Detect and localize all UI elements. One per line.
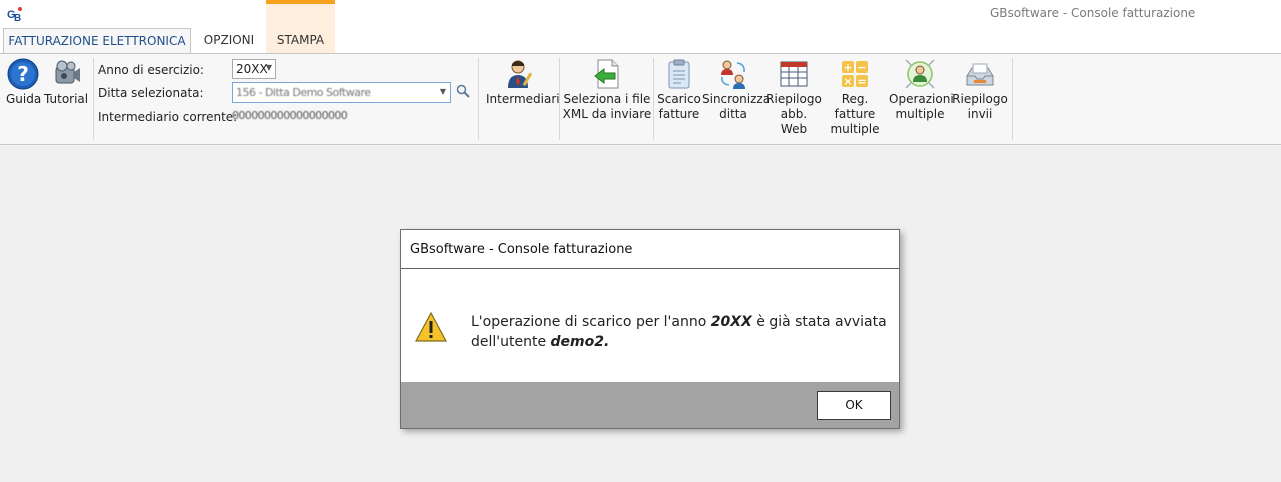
ribbon: ? Guida Tutorial Anno di esercizio: 20XX… bbox=[0, 53, 1281, 145]
ditta-select[interactable]: 156 - Ditta Demo Software ▼ bbox=[232, 82, 451, 103]
svg-text:B: B bbox=[14, 13, 21, 24]
chevron-down-icon: ▼ bbox=[439, 87, 446, 96]
sync-users-icon bbox=[721, 60, 745, 89]
intermediari-button[interactable]: Intermediari bbox=[486, 58, 560, 107]
stampa-highlight-strip bbox=[266, 4, 335, 28]
intermediario-label: Intermediario corrente: bbox=[98, 110, 238, 124]
guida-label: Guida bbox=[6, 92, 42, 106]
reg-label-1: Reg. fatture bbox=[834, 92, 876, 121]
riepilogo-inv-label-1: Riepilogo bbox=[952, 92, 1008, 106]
scarico-label-2: fatture bbox=[658, 107, 700, 121]
file-import-icon bbox=[594, 59, 619, 89]
tab-fatturazione-elettronica[interactable]: FATTURAZIONE ELETTRONICA bbox=[3, 28, 191, 54]
scarico-label-1: Scarico bbox=[657, 92, 701, 106]
ditta-value: 156 - Ditta Demo Software bbox=[236, 86, 371, 99]
ditta-label: Ditta selezionata: bbox=[98, 86, 204, 100]
dialog-body: L'operazione di scarico per l'anno 20XX … bbox=[401, 270, 899, 382]
chevron-down-icon: ▼ bbox=[265, 63, 272, 72]
riepilogo-abb-label-2: abb. Web bbox=[780, 107, 808, 136]
message-text-1: L'operazione di scarico per l'anno bbox=[471, 314, 711, 330]
anno-select[interactable]: 20XX ▼ bbox=[232, 59, 276, 79]
seleziona-label-1: Seleziona i file bbox=[563, 92, 651, 106]
help-icon: ? bbox=[7, 58, 39, 90]
sincronizza-ditta-button[interactable]: Sincronizza ditta bbox=[702, 58, 770, 122]
message-year: 20XX bbox=[710, 314, 752, 330]
riepilogo-invii-button[interactable]: Riepilogo invii bbox=[952, 58, 1008, 122]
dialog-footer: OK bbox=[401, 382, 899, 428]
riepilogo-inv-label-2: invii bbox=[967, 107, 993, 121]
message-dialog: GBsoftware - Console fatturazione L'oper… bbox=[400, 229, 900, 429]
tutorial-button[interactable]: Tutorial bbox=[44, 58, 88, 107]
ok-button[interactable]: OK bbox=[817, 391, 891, 420]
riepilogo-abb-label-1: Riepilogo bbox=[766, 92, 822, 106]
seleziona-label-2: XML da inviare bbox=[562, 107, 652, 121]
ribbon-separator bbox=[93, 58, 94, 140]
intermediario-value: 000000000000000000 bbox=[232, 109, 348, 122]
svg-text:=: = bbox=[857, 75, 866, 88]
ribbon-separator bbox=[653, 58, 654, 140]
ribbon-separator bbox=[1012, 58, 1013, 140]
table-grid-icon bbox=[780, 61, 808, 87]
sincronizza-label-2: ditta bbox=[719, 107, 747, 121]
anno-value: 20XX bbox=[236, 62, 268, 76]
message-user: demo2. bbox=[550, 334, 610, 350]
tab-stampa[interactable]: STAMPA bbox=[266, 28, 335, 53]
sincronizza-label-1: Sincronizza bbox=[702, 92, 771, 106]
search-icon[interactable] bbox=[456, 84, 470, 98]
riepilogo-abb-web-button[interactable]: Riepilogo abb. Web bbox=[766, 58, 822, 137]
operazioni-label-2: multiple bbox=[895, 107, 945, 121]
svg-text:−: − bbox=[857, 61, 866, 74]
anno-label: Anno di esercizio: bbox=[98, 63, 204, 77]
ribbon-tabs: FATTURAZIONE ELETTRONICA OPZIONI STAMPA bbox=[0, 28, 1281, 54]
intermediari-label: Intermediari bbox=[486, 92, 560, 106]
message-text-3: dell'utente bbox=[471, 334, 551, 350]
reg-label-2: multiple bbox=[830, 122, 880, 136]
operazioni-multiple-button[interactable]: Operazioni multiple bbox=[889, 58, 954, 122]
message-text-2: è già stata avviata bbox=[751, 314, 887, 330]
ribbon-separator bbox=[478, 58, 479, 140]
app-logo-icon: G B bbox=[6, 5, 24, 24]
video-camera-icon bbox=[55, 60, 80, 84]
window-title: GBsoftware - Console fatturazione bbox=[990, 6, 1196, 20]
svg-text:×: × bbox=[843, 75, 852, 88]
user-pen-icon bbox=[508, 60, 533, 88]
tab-opzioni[interactable]: OPZIONI bbox=[196, 28, 262, 53]
guida-button[interactable]: ? Guida bbox=[6, 58, 42, 107]
seleziona-xml-button[interactable]: Seleziona i file XML da inviare bbox=[562, 58, 652, 122]
svg-text:?: ? bbox=[17, 62, 29, 86]
warning-icon bbox=[415, 312, 447, 342]
title-bar: G B GBsoftware - Console fatturazione bbox=[0, 0, 1281, 28]
user-target-icon bbox=[905, 59, 935, 89]
dialog-title: GBsoftware - Console fatturazione bbox=[401, 230, 899, 269]
operazioni-label-1: Operazioni bbox=[889, 92, 954, 106]
reg-fatture-multiple-button[interactable]: + − × = Reg. fatture multiple bbox=[822, 58, 888, 137]
scarico-fatture-button[interactable]: Scarico fatture bbox=[656, 58, 702, 122]
tutorial-label: Tutorial bbox=[44, 92, 89, 106]
inbox-tray-icon bbox=[966, 63, 994, 86]
clipboard-icon bbox=[668, 59, 690, 89]
dialog-message: L'operazione di scarico per l'anno 20XX … bbox=[471, 312, 891, 352]
svg-text:+: + bbox=[843, 61, 852, 74]
ribbon-separator bbox=[559, 58, 560, 140]
calculator-icon: + − × = bbox=[842, 61, 868, 88]
